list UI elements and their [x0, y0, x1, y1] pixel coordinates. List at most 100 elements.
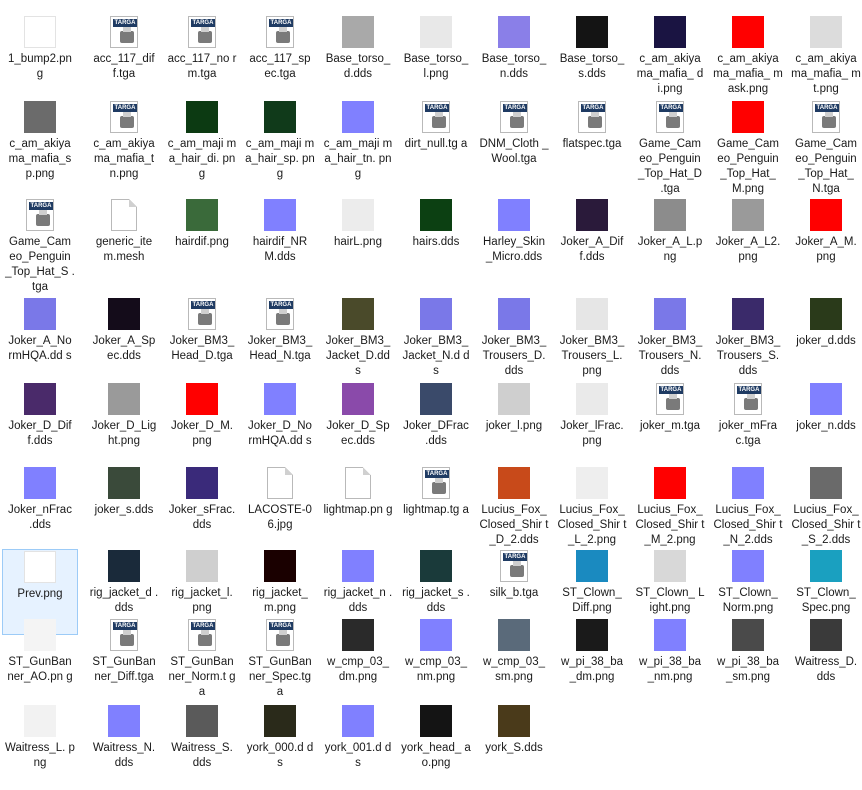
- file-item-c-am-akiya-ma-mafia-di-png[interactable]: c_am_akiya ma_mafia_ di.png: [632, 15, 708, 101]
- file-item-acc-117-sp-ec-tga[interactable]: TARGA acc_117_sp ec.tga: [242, 15, 318, 101]
- file-item-joker-bm3-jacket-d-dd-s[interactable]: Joker_BM3_ Jacket_D.dd s: [320, 297, 396, 383]
- file-item-joker-a-l-p-ng[interactable]: Joker_A_L.p ng: [632, 198, 708, 284]
- file-item-c-am-akiya-ma-mafia-t-n-png[interactable]: TARGA c_am_akiya ma_mafia_t n.png: [86, 100, 162, 186]
- file-item-waitress-s-dds[interactable]: Waitress_S. dds: [164, 704, 240, 790]
- file-name-label: rig_jacket_l. png: [171, 587, 233, 614]
- file-item-lucius-fox-closed-shir-t-d-2-dds[interactable]: Lucius_Fox_ Closed_Shir t_D_2.dds: [476, 466, 552, 552]
- file-item-w-pi-38-ba-sm-png[interactable]: w_pi_38_ba _sm.png: [710, 618, 786, 704]
- file-item-game-cam-eo-penguin-top-hat-d-tga[interactable]: TARGA Game_Cam eo_Penguin _Top_Hat_D .tga: [632, 100, 708, 195]
- file-name-label: york_S.dds: [485, 742, 543, 754]
- file-item-joker-n-dds[interactable]: joker_n.dds: [788, 382, 862, 468]
- file-item-joker-d-sp-ec-dds[interactable]: Joker_D_Sp ec.dds: [320, 382, 396, 468]
- file-item-joker-lfrac-png[interactable]: Joker_lFrac. png: [554, 382, 630, 468]
- file-item-joker-d-no-rmhqa-dd-s[interactable]: Joker_D_No rmHQA.dd s: [242, 382, 318, 468]
- file-item-joker-bm3-trousers-n-dds[interactable]: Joker_BM3_ Trousers_N. dds: [632, 297, 708, 383]
- file-name-label: york_head_ ao.png: [401, 742, 471, 769]
- file-item-st-gunban-ner-diff-tga[interactable]: TARGA ST_GunBan ner_Diff.tga: [86, 618, 162, 704]
- file-item-joker-mfra-c-tga[interactable]: TARGA joker_mFra c.tga: [710, 382, 786, 468]
- file-item-lucius-fox-closed-shir-t-l-2-png[interactable]: Lucius_Fox_ Closed_Shir t_L_2.png: [554, 466, 630, 552]
- file-item-joker-bm3-trousers-l-png[interactable]: Joker_BM3_ Trousers_L. png: [554, 297, 630, 383]
- file-item-joker-a-dif-f-dds[interactable]: Joker_A_Dif f.dds: [554, 198, 630, 284]
- file-item-w-cmp-03-dm-png[interactable]: w_cmp_03_ dm.png: [320, 618, 396, 704]
- file-item-hairs-dds[interactable]: hairs.dds: [398, 198, 474, 284]
- file-item-joker-bm3-head-d-tga[interactable]: TARGA Joker_BM3_ Head_D.tga: [164, 297, 240, 383]
- file-item-joker-sfrac-dds[interactable]: Joker_sFrac. dds: [164, 466, 240, 552]
- file-item-1-bump2-png[interactable]: 1_bump2.png: [2, 15, 78, 101]
- file-item-joker-s-dds[interactable]: joker_s.dds: [86, 466, 162, 552]
- file-item-joker-bm3-jacket-n-d-ds[interactable]: Joker_BM3_ Jacket_N.d ds: [398, 297, 474, 383]
- file-name-label: c_am_maji ma_hair_sp. png: [245, 138, 315, 180]
- file-item-joker-d-dif-f-dds[interactable]: Joker_D_Dif f.dds: [2, 382, 78, 468]
- file-item-c-am-maji-ma-hair-sp-png[interactable]: c_am_maji ma_hair_sp. png: [242, 100, 318, 186]
- image-thumbnail: [24, 705, 56, 737]
- file-item-joker-d-lig-ht-png[interactable]: Joker_D_Lig ht.png: [86, 382, 162, 468]
- file-item-waitress-d-dds[interactable]: Waitress_D. dds: [788, 618, 862, 704]
- file-item-hairdif-png[interactable]: hairdif.png: [164, 198, 240, 284]
- file-item-joker-a-m-png[interactable]: Joker_A_M. png: [788, 198, 862, 284]
- file-item-w-cmp-03-sm-png[interactable]: w_cmp_03_ sm.png: [476, 618, 552, 704]
- file-item-flatspec-tga[interactable]: TARGA flatspec.tga: [554, 100, 630, 186]
- file-item-york-head-ao-png[interactable]: york_head_ ao.png: [398, 704, 474, 790]
- file-item-c-am-akiya-ma-mafia-mask-png[interactable]: c_am_akiya ma_mafia_ mask.png: [710, 15, 786, 101]
- file-name-label: Lucius_Fox_ Closed_Shir t_S_2.dds: [791, 504, 861, 546]
- file-item-waitress-l-png[interactable]: Waitress_L. png: [2, 704, 78, 790]
- file-item-joker-bm3-trousers-s-dds[interactable]: Joker_BM3_ Trousers_S. dds: [710, 297, 786, 383]
- file-item-w-pi-38-ba-dm-png[interactable]: w_pi_38_ba _dm.png: [554, 618, 630, 704]
- file-item-joker-bm3-head-n-tga[interactable]: TARGA Joker_BM3_ Head_N.tga: [242, 297, 318, 383]
- file-item-joker-dfrac-dds[interactable]: Joker_DFrac .dds: [398, 382, 474, 468]
- file-name-label: york_001.d ds: [324, 742, 392, 769]
- file-item-lightmap-tg-a[interactable]: TARGA lightmap.tg a: [398, 466, 474, 552]
- file-item-lightmap-pn-g[interactable]: lightmap.pn g: [320, 466, 396, 552]
- file-item-york-000-d-ds[interactable]: york_000.d ds: [242, 704, 318, 790]
- file-item-joker-a-sp-ec-dds[interactable]: Joker_A_Sp ec.dds: [86, 297, 162, 383]
- file-item-joker-a-no-rmhqa-dd-s[interactable]: Joker_A_No rmHQA.dd s: [2, 297, 78, 383]
- file-item-base-torso-s-dds[interactable]: Base_torso_ s.dds: [554, 15, 630, 101]
- file-item-game-cam-eo-penguin-top-hat-s-tga[interactable]: TARGA Game_Cam eo_Penguin _Top_Hat_S .tga: [2, 198, 78, 293]
- file-item-lucius-fox-closed-shir-t-s-2-dds[interactable]: Lucius_Fox_ Closed_Shir t_S_2.dds: [788, 466, 862, 552]
- targa-file-icon: TARGA: [500, 550, 528, 582]
- file-item-dnm-cloth-wool-tga[interactable]: TARGA DNM_Cloth _Wool.tga: [476, 100, 552, 186]
- file-item-harley-skin-micro-dds[interactable]: Harley_Skin _Micro.dds: [476, 198, 552, 284]
- file-item-w-pi-38-ba-nm-png[interactable]: w_pi_38_ba _nm.png: [632, 618, 708, 704]
- file-item-st-gunban-ner-spec-tg-a[interactable]: TARGA ST_GunBan ner_Spec.tg a: [242, 618, 318, 704]
- file-name-label: Joker_BM3_ Head_N.tga: [247, 335, 313, 362]
- file-item-acc-117-dif-f-tga[interactable]: TARGA acc_117_dif f.tga: [86, 15, 162, 101]
- file-item-joker-d-dds[interactable]: joker_d.dds: [788, 297, 862, 383]
- image-thumbnail: [498, 467, 530, 499]
- file-item-base-torso-l-png[interactable]: Base_torso_ l.png: [398, 15, 474, 101]
- file-name-label: joker_d.dds: [796, 335, 856, 347]
- file-item-joker-m-tga[interactable]: TARGA joker_m.tga: [632, 382, 708, 468]
- file-item-c-am-akiya-ma-mafia-s-p-png[interactable]: c_am_akiya ma_mafia_s p.png: [2, 100, 78, 186]
- targa-label-band: TARGA: [503, 553, 527, 561]
- file-item-st-gunban-ner-norm-t-ga[interactable]: TARGA ST_GunBan ner_Norm.t ga: [164, 618, 240, 704]
- file-item-st-gunban-ner-ao-pn-g[interactable]: ST_GunBan ner_AO.pn g: [2, 618, 78, 704]
- file-item-c-am-maji-ma-hair-di-png[interactable]: c_am_maji ma_hair_di. png: [164, 100, 240, 186]
- file-item-joker-nfrac-dds[interactable]: Joker_nFrac .dds: [2, 466, 78, 552]
- file-item-joker-bm3-trousers-d-dds[interactable]: Joker_BM3_ Trousers_D. dds: [476, 297, 552, 383]
- file-item-generic-ite-m-mesh[interactable]: generic_ite m.mesh: [86, 198, 162, 284]
- file-item-c-am-maji-ma-hair-tn-png[interactable]: c_am_maji ma_hair_tn. png: [320, 100, 396, 186]
- file-item-hairl-png[interactable]: hairL.png: [320, 198, 396, 284]
- file-item-acc-117-no-rm-tga[interactable]: TARGA acc_117_no rm.tga: [164, 15, 240, 101]
- file-item-hairdif-nr-m-dds[interactable]: hairdif_NR M.dds: [242, 198, 318, 284]
- file-item-lacoste-0-6-jpg[interactable]: LACOSTE-0 6.jpg: [242, 466, 318, 552]
- file-item-joker-l-png[interactable]: joker_l.png: [476, 382, 552, 468]
- file-item-york-001-d-ds[interactable]: york_001.d ds: [320, 704, 396, 790]
- file-item-game-cam-eo-penguin-top-hat-m-png[interactable]: Game_Cam eo_Penguin _Top_Hat_ M.png: [710, 100, 786, 195]
- printer-glyph: [822, 112, 836, 128]
- file-item-w-cmp-03-nm-png[interactable]: w_cmp_03_ nm.png: [398, 618, 474, 704]
- file-item-c-am-akiya-ma-mafia-mt-png[interactable]: c_am_akiya ma_mafia_ mt.png: [788, 15, 862, 101]
- file-item-joker-d-m-png[interactable]: Joker_D_M. png: [164, 382, 240, 468]
- file-item-lucius-fox-closed-shir-t-n-2-dds[interactable]: Lucius_Fox_ Closed_Shir t_N_2.dds: [710, 466, 786, 552]
- file-item-joker-a-l2-png[interactable]: Joker_A_L2. png: [710, 198, 786, 284]
- file-item-dirt-null-tg-a[interactable]: TARGA dirt_null.tg a: [398, 100, 474, 186]
- image-thumbnail: [264, 705, 296, 737]
- file-item-lucius-fox-closed-shir-t-m-2-png[interactable]: Lucius_Fox_ Closed_Shir t_M_2.png: [632, 466, 708, 552]
- image-thumbnail: [576, 199, 608, 231]
- file-item-york-s-dds[interactable]: york_S.dds: [476, 704, 552, 790]
- file-item-waitress-n-dds[interactable]: Waitress_N. dds: [86, 704, 162, 790]
- file-item-game-cam-eo-penguin-top-hat-n-tga[interactable]: TARGA Game_Cam eo_Penguin _Top_Hat_ N.tga: [788, 100, 862, 195]
- file-item-base-torso-d-dds[interactable]: Base_torso_ d.dds: [320, 15, 396, 101]
- image-thumbnail: [420, 705, 452, 737]
- file-item-base-torso-n-dds[interactable]: Base_torso_ n.dds: [476, 15, 552, 101]
